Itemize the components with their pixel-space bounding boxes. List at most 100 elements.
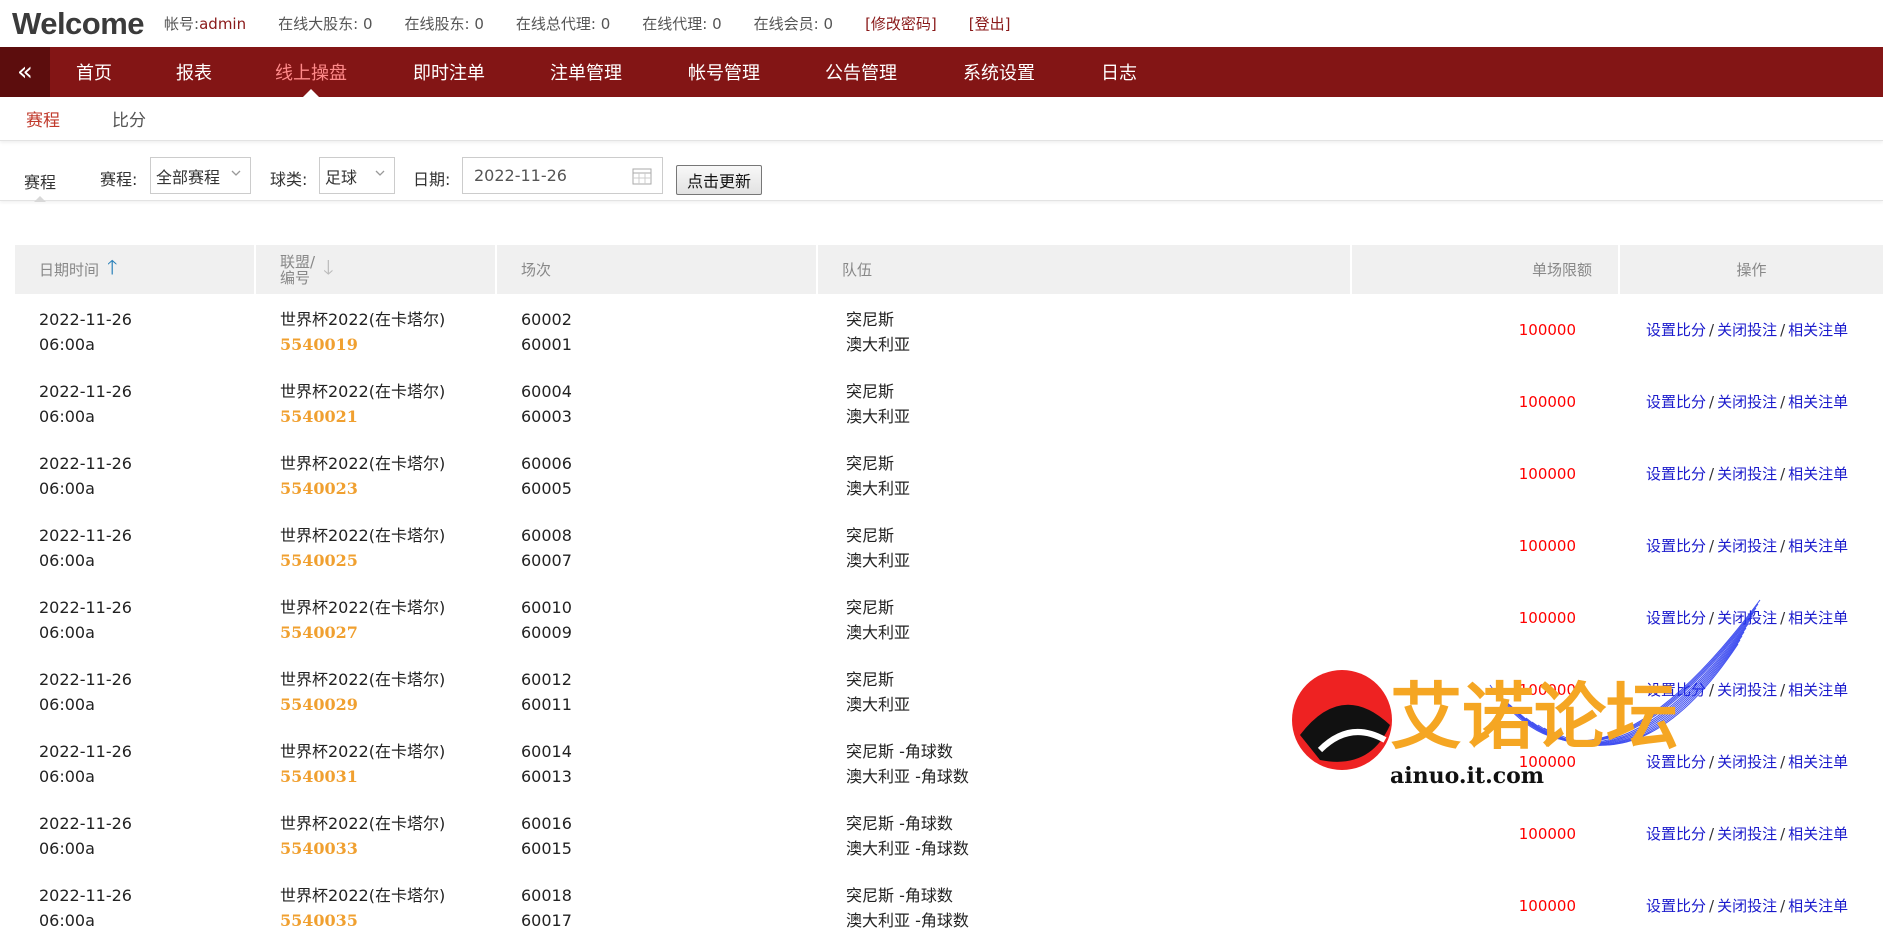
stat-label: 在线股东: xyxy=(404,15,470,33)
cell-team: 突尼斯 -角球数 澳大利亚 -角球数 xyxy=(818,798,1352,870)
related-bets-link[interactable]: 相关注单 xyxy=(1788,321,1848,339)
cell-team: 突尼斯 澳大利亚 xyxy=(818,654,1352,726)
update-button[interactable]: 点击更新 xyxy=(676,165,762,195)
related-bets-link[interactable]: 相关注单 xyxy=(1788,465,1848,483)
row-league-code: 5540027 xyxy=(280,623,358,642)
row-team-a: 突尼斯 xyxy=(846,526,895,545)
row-team-a: 突尼斯 xyxy=(846,310,895,329)
cell-limit: 100000 xyxy=(1518,825,1576,843)
table-row: 2022-11-26 06:00a 世界杯2022(在卡塔尔) 5540027 6001… xyxy=(15,582,1883,654)
row-match-b: 60017 xyxy=(521,911,572,930)
close-betting-link[interactable]: 关闭投注 xyxy=(1717,393,1777,411)
ops-separator: / xyxy=(1709,393,1715,411)
close-betting-link[interactable]: 关闭投注 xyxy=(1717,753,1777,771)
cell-ops: 设置比分 / 关闭投注 / 相关注单 xyxy=(1620,510,1883,582)
row-team-a: 突尼斯 -角球数 xyxy=(846,742,953,761)
nav-item-account-management[interactable]: 帐号管理 xyxy=(688,47,760,97)
table-row: 2022-11-26 06:00a 世界杯2022(在卡塔尔) 5540023 6000… xyxy=(15,438,1883,510)
cell-league: 世界杯2022(在卡塔尔) 5540035 xyxy=(256,870,497,942)
close-betting-link[interactable]: 关闭投注 xyxy=(1717,681,1777,699)
table-row: 2022-11-26 06:00a 世界杯2022(在卡塔尔) 5540031 6001… xyxy=(15,726,1883,798)
row-team-b: 澳大利亚 -角球数 xyxy=(846,911,969,930)
ops-separator: / xyxy=(1780,753,1786,771)
date-input[interactable]: 2022-11-26 xyxy=(462,157,663,194)
related-bets-link[interactable]: 相关注单 xyxy=(1788,393,1848,411)
set-score-link[interactable]: 设置比分 xyxy=(1646,321,1706,339)
column-header-label: 日期时间 xyxy=(39,261,100,279)
nav-item-home[interactable]: 首页 xyxy=(76,47,112,97)
stat-label: 在线总代理: xyxy=(515,15,596,33)
nav-item-reports[interactable]: 报表 xyxy=(176,47,212,97)
close-betting-link[interactable]: 关闭投注 xyxy=(1717,897,1777,915)
filter-tab-schedule[interactable]: 赛程 xyxy=(24,169,56,202)
nav-item-announcement-management[interactable]: 公告管理 xyxy=(825,47,897,97)
set-score-link[interactable]: 设置比分 xyxy=(1646,393,1706,411)
logout-link[interactable]: [登出] xyxy=(969,13,1011,34)
row-league-code: 5540031 xyxy=(280,767,358,786)
cell-date-time: 2022-11-26 06:00a xyxy=(15,510,256,582)
cell-date-time: 2022-11-26 06:00a xyxy=(15,654,256,726)
close-betting-link[interactable]: 关闭投注 xyxy=(1717,825,1777,843)
top-info-bar: Welcome 帐号:admin 在线大股东: 0 在线股东: 0 在线总代理:… xyxy=(0,0,1883,47)
set-score-link[interactable]: 设置比分 xyxy=(1646,609,1706,627)
close-betting-link[interactable]: 关闭投注 xyxy=(1717,609,1777,627)
cell-date-time: 2022-11-26 06:00a xyxy=(15,438,256,510)
league-header-line2: 编号 xyxy=(280,268,311,287)
stat-value: 0 xyxy=(600,15,611,33)
stat-value: 0 xyxy=(362,15,373,33)
row-match-a: 60014 xyxy=(521,742,572,761)
related-bets-link[interactable]: 相关注单 xyxy=(1788,537,1848,555)
cell-limit: 100000 xyxy=(1518,465,1576,483)
nav-item-system-settings[interactable]: 系统设置 xyxy=(963,47,1035,97)
cell-limit: 100000 xyxy=(1518,393,1576,411)
cell-league: 世界杯2022(在卡塔尔) 5540025 xyxy=(256,510,497,582)
tab-schedule[interactable]: 赛程 xyxy=(26,106,60,131)
nav-item-bet-management[interactable]: 注单管理 xyxy=(550,47,622,97)
cell-limit: 100000 xyxy=(1518,321,1576,339)
related-bets-link[interactable]: 相关注单 xyxy=(1788,609,1848,627)
cell-match: 60008 60007 xyxy=(497,510,818,582)
row-team-b: 澳大利亚 -角球数 xyxy=(846,839,969,858)
row-time: 06:00a xyxy=(39,911,95,930)
row-league-code: 5540033 xyxy=(280,839,358,858)
calendar-icon[interactable] xyxy=(632,167,652,185)
nav-item-online-trading[interactable]: 线上操盘 xyxy=(275,47,347,97)
sport-select[interactable]: 足球 xyxy=(319,157,395,194)
close-betting-link[interactable]: 关闭投注 xyxy=(1717,321,1777,339)
ops-separator: / xyxy=(1780,321,1786,339)
date-input-value: 2022-11-26 xyxy=(474,166,567,185)
set-score-link[interactable]: 设置比分 xyxy=(1646,753,1706,771)
row-team-b: 澳大利亚 -角球数 xyxy=(846,767,969,786)
related-bets-link[interactable]: 相关注单 xyxy=(1788,753,1848,771)
row-match-a: 60008 xyxy=(521,526,572,545)
column-header-limit: 单场限额 xyxy=(1352,245,1620,294)
sort-descending-icon[interactable]: 🡓 xyxy=(323,253,333,287)
tab-score[interactable]: 比分 xyxy=(112,106,146,131)
cell-ops: 设置比分 / 关闭投注 / 相关注单 xyxy=(1620,726,1883,798)
set-score-link[interactable]: 设置比分 xyxy=(1646,465,1706,483)
nav-item-live-bets[interactable]: 即时注单 xyxy=(413,47,485,97)
collapse-button[interactable]: « xyxy=(0,47,50,97)
cell-limit: 100000 xyxy=(1518,753,1576,771)
row-team-b: 澳大利亚 xyxy=(846,623,911,642)
cell-date-time: 2022-11-26 06:00a xyxy=(15,582,256,654)
ops-separator: / xyxy=(1709,465,1715,483)
set-score-link[interactable]: 设置比分 xyxy=(1646,681,1706,699)
related-bets-link[interactable]: 相关注单 xyxy=(1788,681,1848,699)
nav-item-logs[interactable]: 日志 xyxy=(1101,47,1137,97)
set-score-link[interactable]: 设置比分 xyxy=(1646,825,1706,843)
row-team-a: 突尼斯 xyxy=(846,598,895,617)
row-match-b: 60009 xyxy=(521,623,572,642)
schedule-select[interactable]: 全部赛程 xyxy=(150,157,251,194)
account-value: admin xyxy=(199,15,247,33)
column-header-date[interactable]: 日期时间 🡑 xyxy=(15,245,256,294)
related-bets-link[interactable]: 相关注单 xyxy=(1788,897,1848,915)
close-betting-link[interactable]: 关闭投注 xyxy=(1717,537,1777,555)
sort-ascending-icon[interactable]: 🡑 xyxy=(107,253,117,287)
set-score-link[interactable]: 设置比分 xyxy=(1646,897,1706,915)
change-password-link[interactable]: [修改密码] xyxy=(865,13,937,34)
column-header-league[interactable]: 联盟/ 编号 🡓 xyxy=(256,245,497,294)
close-betting-link[interactable]: 关闭投注 xyxy=(1717,465,1777,483)
related-bets-link[interactable]: 相关注单 xyxy=(1788,825,1848,843)
set-score-link[interactable]: 设置比分 xyxy=(1646,537,1706,555)
